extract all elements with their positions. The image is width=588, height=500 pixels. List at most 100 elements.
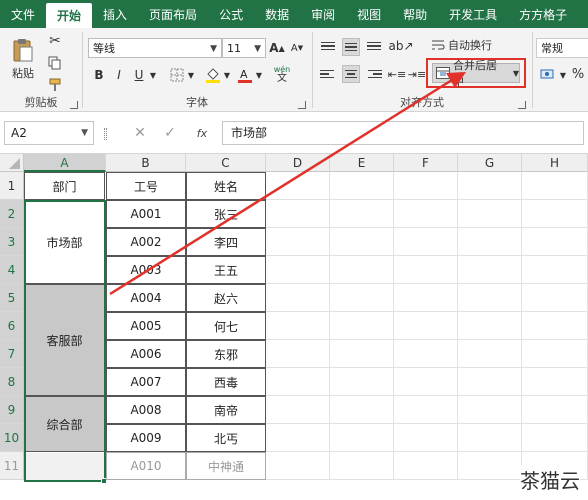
empty-cell[interactable] (266, 256, 330, 284)
fill-color-dropdown[interactable]: ▼ (222, 70, 232, 80)
empty-cell[interactable] (458, 172, 522, 200)
percent-button[interactable]: % (570, 66, 586, 82)
formula-input[interactable]: 市场部 (222, 121, 584, 145)
alignment-launcher[interactable] (518, 101, 526, 109)
cell-id[interactable]: A009 (106, 424, 186, 452)
decrease-indent-button[interactable]: ⇤≡ (388, 66, 406, 82)
empty-cell[interactable] (522, 284, 588, 312)
column-header-b[interactable]: B (106, 154, 186, 172)
header-cell-department[interactable]: 部门 (24, 172, 105, 200)
tab-help[interactable]: 帮助 (392, 0, 438, 28)
formula-bar-grip[interactable] (104, 128, 107, 140)
cell-name[interactable]: 何七 (186, 312, 266, 340)
empty-cell[interactable] (394, 452, 458, 480)
row-header-7[interactable]: 7 (0, 340, 24, 368)
empty-cell[interactable] (522, 256, 588, 284)
empty-cell[interactable] (458, 228, 522, 256)
align-center-button[interactable] (342, 65, 360, 83)
cell-id[interactable]: A010 (106, 452, 186, 480)
cell-name[interactable]: 南帝 (186, 396, 266, 424)
cell-id[interactable]: A005 (106, 312, 186, 340)
underline-dropdown[interactable]: ▼ (148, 70, 158, 80)
cell-id[interactable]: A002 (106, 228, 186, 256)
cell-name[interactable]: 赵六 (186, 284, 266, 312)
empty-cell[interactable] (394, 200, 458, 228)
cell-name[interactable]: 东邪 (186, 340, 266, 368)
row-header-10[interactable]: 10 (0, 424, 24, 452)
empty-cell[interactable] (458, 452, 522, 480)
empty-cell[interactable] (394, 396, 458, 424)
empty-cell[interactable] (330, 452, 394, 480)
cut-button[interactable]: ✂ (46, 32, 64, 50)
tab-fangfang[interactable]: 方方格子 (508, 0, 578, 28)
row-header-11[interactable]: 11 (0, 452, 24, 480)
empty-cell[interactable] (266, 368, 330, 396)
wrap-text-button[interactable]: 自动换行 (448, 36, 492, 54)
empty-cell[interactable] (266, 312, 330, 340)
accounting-format-button[interactable] (538, 66, 558, 82)
column-header-c[interactable]: C (186, 154, 266, 172)
cancel-entry-button[interactable]: ✕ (132, 124, 148, 142)
copy-button[interactable] (46, 54, 64, 72)
empty-cell[interactable] (266, 396, 330, 424)
align-bottom-button[interactable] (366, 38, 382, 54)
empty-cell[interactable] (458, 368, 522, 396)
empty-cell[interactable] (266, 200, 330, 228)
font-launcher[interactable] (298, 101, 306, 109)
clipboard-launcher[interactable] (70, 101, 78, 109)
cell-id[interactable]: A006 (106, 340, 186, 368)
merged-cell-department[interactable]: 客服部 (24, 284, 105, 396)
empty-cell[interactable] (522, 172, 588, 200)
empty-cell[interactable] (330, 256, 394, 284)
tab-review[interactable]: 审阅 (300, 0, 346, 28)
tab-view[interactable]: 视图 (346, 0, 392, 28)
empty-cell[interactable] (330, 396, 394, 424)
empty-cell[interactable] (458, 256, 522, 284)
format-painter-button[interactable] (46, 76, 64, 94)
empty-cell[interactable] (266, 228, 330, 256)
insert-function-button[interactable]: fx (192, 124, 212, 142)
tab-page-layout[interactable]: 页面布局 (138, 0, 208, 28)
cell-name[interactable]: 张三 (186, 200, 266, 228)
name-box[interactable]: A2 ▼ (4, 121, 94, 145)
cell-id[interactable]: A003 (106, 256, 186, 284)
empty-cell[interactable] (330, 368, 394, 396)
empty-cell[interactable] (522, 424, 588, 452)
font-color-button[interactable]: A (236, 66, 254, 84)
cell-id[interactable]: A008 (106, 396, 186, 424)
paste-button[interactable]: 粘贴 (8, 34, 38, 84)
empty-cell[interactable] (458, 312, 522, 340)
row-header-4[interactable]: 4 (0, 256, 24, 284)
cell-name[interactable]: 李四 (186, 228, 266, 256)
empty-cell[interactable] (458, 424, 522, 452)
column-header-d[interactable]: D (266, 154, 330, 172)
shrink-font-button[interactable]: A ▼ (288, 39, 306, 57)
accounting-dropdown[interactable]: ▼ (558, 70, 568, 80)
empty-cell[interactable] (394, 256, 458, 284)
empty-cell[interactable] (394, 312, 458, 340)
row-header-9[interactable]: 9 (0, 396, 24, 424)
empty-cell[interactable] (522, 396, 588, 424)
row-header-5[interactable]: 5 (0, 284, 24, 312)
align-left-button[interactable] (320, 66, 336, 82)
font-name-select[interactable]: 等线 ▼ (88, 38, 222, 58)
cell-a11[interactable] (25, 453, 106, 481)
empty-cell[interactable] (522, 368, 588, 396)
empty-cell[interactable] (266, 284, 330, 312)
empty-cell[interactable] (266, 424, 330, 452)
empty-cell[interactable] (394, 284, 458, 312)
cell-id[interactable]: A004 (106, 284, 186, 312)
cell-name[interactable]: 西毒 (186, 368, 266, 396)
merge-center-button[interactable]: 合并后居中 ▼ (432, 59, 520, 88)
empty-cell[interactable] (330, 284, 394, 312)
align-middle-button[interactable] (342, 38, 360, 56)
cell-name[interactable]: 北丐 (186, 424, 266, 452)
confirm-entry-button[interactable]: ✓ (162, 124, 178, 142)
increase-indent-button[interactable]: ⇥≡ (408, 66, 426, 82)
align-right-button[interactable] (366, 66, 382, 82)
align-top-button[interactable] (320, 38, 336, 54)
row-header-8[interactable]: 8 (0, 368, 24, 396)
chevron-down-icon[interactable]: ▼ (81, 122, 88, 144)
empty-cell[interactable] (330, 200, 394, 228)
empty-cell[interactable] (330, 312, 394, 340)
